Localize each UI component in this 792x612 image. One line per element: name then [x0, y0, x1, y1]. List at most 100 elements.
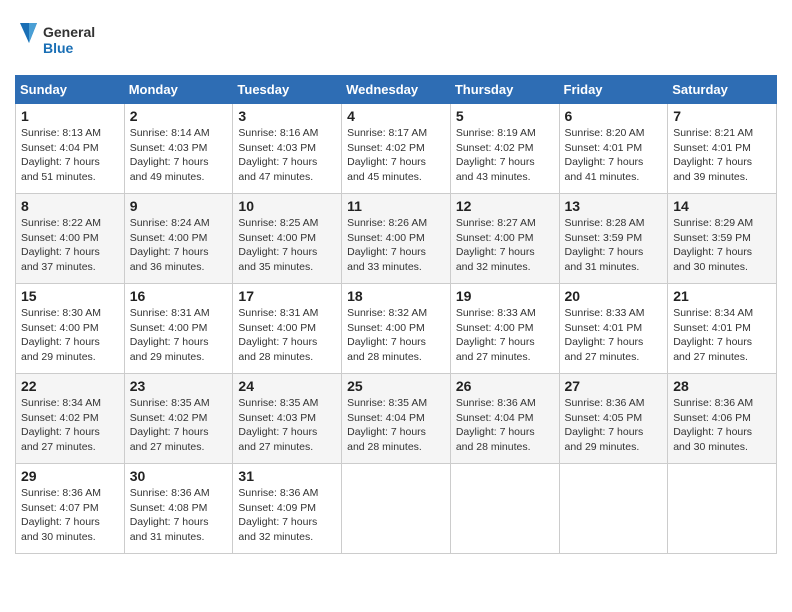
calendar-cell: 2 Sunrise: 8:14 AMSunset: 4:03 PMDayligh…: [124, 104, 233, 194]
day-number: 19: [456, 288, 554, 304]
day-number: 23: [130, 378, 228, 394]
day-number: 17: [238, 288, 336, 304]
day-number: 2: [130, 108, 228, 124]
calendar-cell: 27 Sunrise: 8:36 AMSunset: 4:05 PMDaylig…: [559, 374, 668, 464]
day-number: 21: [673, 288, 771, 304]
calendar-cell: 4 Sunrise: 8:17 AMSunset: 4:02 PMDayligh…: [342, 104, 451, 194]
day-number: 27: [565, 378, 663, 394]
calendar-cell: 15 Sunrise: 8:30 AMSunset: 4:00 PMDaylig…: [16, 284, 125, 374]
calendar-cell: 10 Sunrise: 8:25 AMSunset: 4:00 PMDaylig…: [233, 194, 342, 284]
day-info: Sunrise: 8:32 AMSunset: 4:00 PMDaylight:…: [347, 306, 445, 365]
weekday-header-friday: Friday: [559, 76, 668, 104]
day-info: Sunrise: 8:20 AMSunset: 4:01 PMDaylight:…: [565, 126, 663, 185]
day-info: Sunrise: 8:19 AMSunset: 4:02 PMDaylight:…: [456, 126, 554, 185]
calendar-cell: 19 Sunrise: 8:33 AMSunset: 4:00 PMDaylig…: [450, 284, 559, 374]
calendar-cell: 12 Sunrise: 8:27 AMSunset: 4:00 PMDaylig…: [450, 194, 559, 284]
day-number: 14: [673, 198, 771, 214]
day-info: Sunrise: 8:36 AMSunset: 4:09 PMDaylight:…: [238, 486, 336, 545]
day-info: Sunrise: 8:26 AMSunset: 4:00 PMDaylight:…: [347, 216, 445, 275]
calendar-cell: [342, 464, 451, 554]
weekday-header-wednesday: Wednesday: [342, 76, 451, 104]
calendar-week-4: 22 Sunrise: 8:34 AMSunset: 4:02 PMDaylig…: [16, 374, 777, 464]
day-info: Sunrise: 8:24 AMSunset: 4:00 PMDaylight:…: [130, 216, 228, 275]
calendar-cell: 14 Sunrise: 8:29 AMSunset: 3:59 PMDaylig…: [668, 194, 777, 284]
weekday-header-thursday: Thursday: [450, 76, 559, 104]
calendar-cell: 21 Sunrise: 8:34 AMSunset: 4:01 PMDaylig…: [668, 284, 777, 374]
calendar-cell: 5 Sunrise: 8:19 AMSunset: 4:02 PMDayligh…: [450, 104, 559, 194]
day-info: Sunrise: 8:21 AMSunset: 4:01 PMDaylight:…: [673, 126, 771, 185]
day-number: 5: [456, 108, 554, 124]
calendar-cell: 28 Sunrise: 8:36 AMSunset: 4:06 PMDaylig…: [668, 374, 777, 464]
day-number: 22: [21, 378, 119, 394]
calendar-cell: [450, 464, 559, 554]
day-number: 11: [347, 198, 445, 214]
day-number: 18: [347, 288, 445, 304]
day-info: Sunrise: 8:35 AMSunset: 4:04 PMDaylight:…: [347, 396, 445, 455]
day-info: Sunrise: 8:31 AMSunset: 4:00 PMDaylight:…: [238, 306, 336, 365]
svg-text:Blue: Blue: [43, 40, 74, 56]
calendar-cell: 25 Sunrise: 8:35 AMSunset: 4:04 PMDaylig…: [342, 374, 451, 464]
day-info: Sunrise: 8:29 AMSunset: 3:59 PMDaylight:…: [673, 216, 771, 275]
day-number: 24: [238, 378, 336, 394]
day-number: 10: [238, 198, 336, 214]
day-info: Sunrise: 8:36 AMSunset: 4:04 PMDaylight:…: [456, 396, 554, 455]
day-number: 20: [565, 288, 663, 304]
calendar-cell: 24 Sunrise: 8:35 AMSunset: 4:03 PMDaylig…: [233, 374, 342, 464]
day-number: 12: [456, 198, 554, 214]
header: General Blue: [15, 15, 777, 65]
calendar-table: SundayMondayTuesdayWednesdayThursdayFrid…: [15, 75, 777, 554]
day-number: 15: [21, 288, 119, 304]
day-number: 4: [347, 108, 445, 124]
svg-text:General: General: [43, 24, 95, 40]
day-number: 13: [565, 198, 663, 214]
day-number: 16: [130, 288, 228, 304]
day-info: Sunrise: 8:34 AMSunset: 4:01 PMDaylight:…: [673, 306, 771, 365]
day-info: Sunrise: 8:27 AMSunset: 4:00 PMDaylight:…: [456, 216, 554, 275]
calendar-cell: 29 Sunrise: 8:36 AMSunset: 4:07 PMDaylig…: [16, 464, 125, 554]
day-number: 1: [21, 108, 119, 124]
calendar-cell: 23 Sunrise: 8:35 AMSunset: 4:02 PMDaylig…: [124, 374, 233, 464]
calendar-week-3: 15 Sunrise: 8:30 AMSunset: 4:00 PMDaylig…: [16, 284, 777, 374]
day-number: 3: [238, 108, 336, 124]
day-number: 30: [130, 468, 228, 484]
calendar-cell: [668, 464, 777, 554]
calendar-cell: 8 Sunrise: 8:22 AMSunset: 4:00 PMDayligh…: [16, 194, 125, 284]
calendar-cell: 13 Sunrise: 8:28 AMSunset: 3:59 PMDaylig…: [559, 194, 668, 284]
calendar-cell: 1 Sunrise: 8:13 AMSunset: 4:04 PMDayligh…: [16, 104, 125, 194]
day-number: 26: [456, 378, 554, 394]
day-number: 8: [21, 198, 119, 214]
calendar-cell: 6 Sunrise: 8:20 AMSunset: 4:01 PMDayligh…: [559, 104, 668, 194]
day-info: Sunrise: 8:36 AMSunset: 4:05 PMDaylight:…: [565, 396, 663, 455]
calendar-cell: 30 Sunrise: 8:36 AMSunset: 4:08 PMDaylig…: [124, 464, 233, 554]
day-info: Sunrise: 8:25 AMSunset: 4:00 PMDaylight:…: [238, 216, 336, 275]
day-info: Sunrise: 8:30 AMSunset: 4:00 PMDaylight:…: [21, 306, 119, 365]
calendar-cell: 20 Sunrise: 8:33 AMSunset: 4:01 PMDaylig…: [559, 284, 668, 374]
day-number: 29: [21, 468, 119, 484]
day-number: 28: [673, 378, 771, 394]
day-info: Sunrise: 8:17 AMSunset: 4:02 PMDaylight:…: [347, 126, 445, 185]
calendar-cell: 26 Sunrise: 8:36 AMSunset: 4:04 PMDaylig…: [450, 374, 559, 464]
day-info: Sunrise: 8:14 AMSunset: 4:03 PMDaylight:…: [130, 126, 228, 185]
day-number: 7: [673, 108, 771, 124]
calendar-cell: 18 Sunrise: 8:32 AMSunset: 4:00 PMDaylig…: [342, 284, 451, 374]
day-info: Sunrise: 8:22 AMSunset: 4:00 PMDaylight:…: [21, 216, 119, 275]
day-info: Sunrise: 8:34 AMSunset: 4:02 PMDaylight:…: [21, 396, 119, 455]
calendar-cell: 31 Sunrise: 8:36 AMSunset: 4:09 PMDaylig…: [233, 464, 342, 554]
day-number: 9: [130, 198, 228, 214]
weekday-header-saturday: Saturday: [668, 76, 777, 104]
day-number: 6: [565, 108, 663, 124]
day-number: 25: [347, 378, 445, 394]
day-info: Sunrise: 8:28 AMSunset: 3:59 PMDaylight:…: [565, 216, 663, 275]
calendar-cell: 7 Sunrise: 8:21 AMSunset: 4:01 PMDayligh…: [668, 104, 777, 194]
day-info: Sunrise: 8:13 AMSunset: 4:04 PMDaylight:…: [21, 126, 119, 185]
day-number: 31: [238, 468, 336, 484]
day-info: Sunrise: 8:35 AMSunset: 4:03 PMDaylight:…: [238, 396, 336, 455]
calendar-week-5: 29 Sunrise: 8:36 AMSunset: 4:07 PMDaylig…: [16, 464, 777, 554]
weekday-header-sunday: Sunday: [16, 76, 125, 104]
calendar-cell: 22 Sunrise: 8:34 AMSunset: 4:02 PMDaylig…: [16, 374, 125, 464]
calendar-cell: 3 Sunrise: 8:16 AMSunset: 4:03 PMDayligh…: [233, 104, 342, 194]
day-info: Sunrise: 8:16 AMSunset: 4:03 PMDaylight:…: [238, 126, 336, 185]
calendar-week-2: 8 Sunrise: 8:22 AMSunset: 4:00 PMDayligh…: [16, 194, 777, 284]
day-info: Sunrise: 8:33 AMSunset: 4:01 PMDaylight:…: [565, 306, 663, 365]
calendar-week-1: 1 Sunrise: 8:13 AMSunset: 4:04 PMDayligh…: [16, 104, 777, 194]
